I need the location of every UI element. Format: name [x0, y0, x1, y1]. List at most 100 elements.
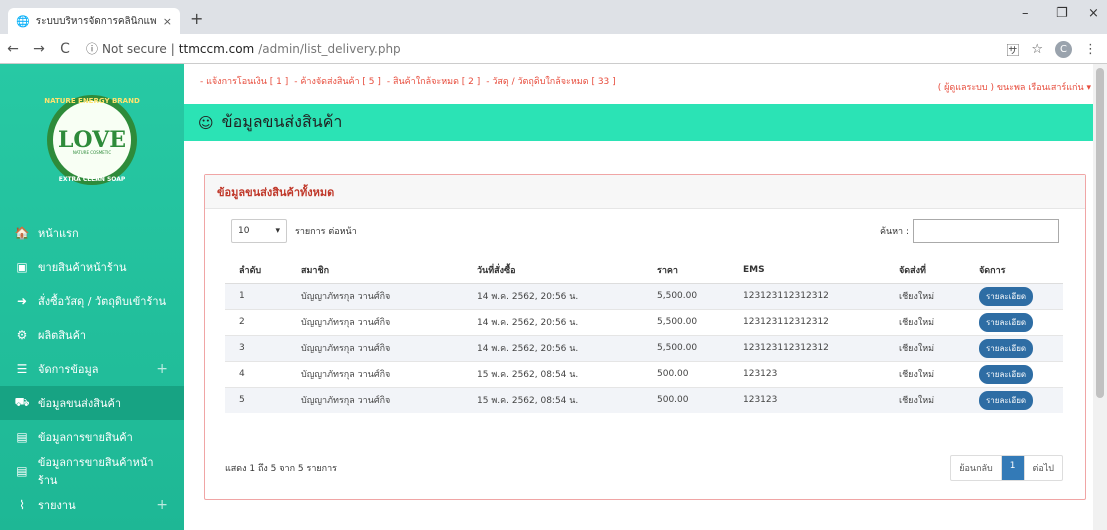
table-info: แสดง 1 ถึง 5 จาก 5 รายการ	[225, 464, 337, 474]
url-field[interactable]: ⓘ Not secure | ttmccm.com/admin/list_del…	[86, 40, 401, 57]
sidebar-item-delivery[interactable]: ⛟ ข้อมูลขนส่งสินค้า	[0, 386, 184, 420]
cell-ems: 123123112312312	[729, 282, 885, 309]
forward-icon[interactable]: →	[26, 41, 52, 57]
col-header[interactable]: ราคา	[643, 258, 729, 284]
sidebar: NATURE ENERGY BRAND LOVE NATURE COSMETIC…	[0, 64, 184, 530]
address-bar: ← → C ⓘ Not secure | ttmccm.com/admin/li…	[0, 34, 1107, 64]
minimize-icon[interactable]: –	[1022, 6, 1029, 21]
cell-price: 500.00	[643, 386, 729, 413]
document-icon: ▤	[16, 430, 28, 444]
table-row: 3 บัญญาภัทรกุล วานศ์กิจ 14 พ.ค. 2562, 20…	[225, 334, 1063, 361]
panel-title: ข้อมูลขนส่งสินค้าทั้งหมด	[205, 175, 1085, 209]
col-header[interactable]: จัดการ	[965, 258, 1063, 284]
page-1-button[interactable]: 1	[1001, 456, 1025, 480]
cell-date: 14 พ.ค. 2562, 20:56 น.	[463, 308, 643, 335]
info-icon[interactable]: ⓘ	[86, 40, 98, 57]
cell-date: 15 พ.ค. 2562, 08:54 น.	[463, 386, 643, 413]
tab-close-icon[interactable]: ×	[163, 15, 172, 28]
sidebar-item-purchase[interactable]: ➜ สั่งซื้อวัสดุ / วัตถุดิบเข้าร้าน	[0, 284, 184, 318]
cell-destination: เชียงใหม่	[885, 334, 965, 361]
search-input[interactable]	[913, 219, 1059, 243]
expand-plus-icon[interactable]: +	[156, 361, 168, 377]
sidebar-item-store-sales[interactable]: ▤ ข้อมูลการขายสินค้าหน้าร้าน	[0, 454, 184, 488]
alert-low-stock-link[interactable]: - สินค้าใกล้จะหมด [ 2 ]	[387, 74, 480, 88]
delivery-table: ลำดับ สมาชิก วันที่สั่งซื้อ ราคา EMS จัด…	[225, 258, 1063, 413]
page-scrollbar[interactable]	[1093, 64, 1107, 530]
reload-icon[interactable]: C	[52, 41, 78, 57]
pagination: ย้อนกลับ 1 ต่อไป	[950, 455, 1063, 481]
security-label: Not secure	[102, 41, 167, 56]
detail-button[interactable]: รายละเอียด	[979, 286, 1034, 306]
cell-destination: เชียงใหม่	[885, 360, 965, 387]
detail-button[interactable]: รายละเอียด	[979, 312, 1034, 332]
detail-button[interactable]: รายละเอียด	[979, 364, 1034, 384]
col-header[interactable]: EMS	[729, 258, 885, 284]
detail-button[interactable]: รายละเอียด	[979, 390, 1034, 410]
delivery-panel: ข้อมูลขนส่งสินค้าทั้งหมด 10 ▾ รายการ ต่อ…	[204, 174, 1086, 500]
cell-price: 5,500.00	[643, 334, 729, 361]
caret-down-icon: ▾	[275, 226, 280, 236]
col-header[interactable]: ลำดับ	[225, 258, 287, 284]
sidebar-item-manage-data[interactable]: ☰ จัดการข้อมูล +	[0, 352, 184, 386]
page-length-label: รายการ ต่อหน้า	[295, 227, 357, 237]
page-length-select[interactable]: 10 ▾	[231, 219, 287, 243]
main-content: - แจ้งการโอนเงิน [ 1 ] - ค้างจัดส่งสินค้…	[184, 64, 1107, 530]
scrollbar-thumb[interactable]	[1096, 68, 1104, 398]
page-title: ข้อมูลขนส่งสินค้า	[221, 112, 343, 131]
alert-low-material-link[interactable]: - วัสดุ / วัตถุดิบใกล้จะหมด [ 33 ]	[486, 74, 615, 88]
sidebar-item-label: หน้าแรก	[38, 227, 79, 240]
table-footer: แสดง 1 ถึง 5 จาก 5 รายการ ย้อนกลับ 1 ต่อ…	[225, 455, 1063, 481]
window-close-icon[interactable]: ×	[1088, 6, 1099, 21]
col-header[interactable]: สมาชิก	[287, 258, 463, 284]
maximize-icon[interactable]: ❐	[1056, 6, 1068, 21]
table-row: 2 บัญญาภัทรกุล วานศ์กิจ 14 พ.ค. 2562, 20…	[225, 308, 1063, 335]
cell-member: บัญญาภัทรกุล วานศ์กิจ	[287, 282, 463, 309]
home-icon: 🏠	[14, 226, 30, 240]
table-header-row: ลำดับ สมาชิก วันที่สั่งซื้อ ราคา EMS จัด…	[225, 258, 1063, 284]
cell-date: 15 พ.ค. 2562, 08:54 น.	[463, 360, 643, 387]
sidebar-item-label: รายงาน	[38, 499, 76, 512]
bookmark-star-icon[interactable]: ☆	[1031, 42, 1043, 57]
sidebar-item-home[interactable]: 🏠 หน้าแรก	[0, 216, 184, 250]
cell-member: บัญญาภัทรกุล วานศ์กิจ	[287, 386, 463, 413]
translate-icon[interactable]: 🈂	[1006, 40, 1019, 59]
sidebar-item-label: ผลิตสินค้า	[38, 329, 87, 342]
user-menu[interactable]: ( ผู้ดูแลระบบ ) ขนะพล เรือนเสาร์แก่น ▾	[938, 80, 1091, 94]
cell-price: 5,500.00	[643, 308, 729, 335]
truck-icon: ⛟	[14, 395, 30, 409]
new-tab-button[interactable]: +	[190, 9, 203, 28]
list-icon: ☰	[16, 362, 28, 376]
alert-pending-delivery-link[interactable]: - ค้างจัดส่งสินค้า [ 5 ]	[294, 74, 381, 88]
cell-ems: 123123112312312	[729, 308, 885, 335]
page-length-value: 10	[238, 226, 250, 236]
cell-index: 3	[225, 334, 287, 361]
expand-plus-icon[interactable]: +	[156, 497, 168, 513]
cell-index: 1	[225, 282, 287, 309]
col-header[interactable]: วันที่สั่งซื้อ	[463, 258, 643, 284]
alert-transfer-link[interactable]: - แจ้งการโอนเงิน [ 1 ]	[200, 74, 288, 88]
sidebar-item-label: ข้อมูลขนส่งสินค้า	[38, 397, 122, 410]
cell-destination: เชียงใหม่	[885, 308, 965, 335]
sidebar-item-sales[interactable]: ▤ ข้อมูลการขายสินค้า	[0, 420, 184, 454]
col-header[interactable]: จัดส่งที่	[885, 258, 965, 284]
cell-date: 14 พ.ค. 2562, 20:56 น.	[463, 334, 643, 361]
next-page-button[interactable]: ต่อไป	[1025, 456, 1063, 480]
tab-title: ระบบบริหารจัดการคลินิกแพทย์แผนไทย	[35, 15, 157, 27]
menu-kebab-icon[interactable]: ⋮	[1084, 42, 1097, 57]
sign-in-icon: ➜	[16, 294, 28, 308]
chart-icon: ⌇	[19, 498, 25, 512]
gear-icon: ⚙	[16, 328, 28, 342]
sidebar-item-production[interactable]: ⚙ ผลิตสินค้า	[0, 318, 184, 352]
back-icon[interactable]: ←	[0, 41, 26, 57]
page-header: ☺ ข้อมูลขนส่งสินค้า	[184, 104, 1107, 141]
prev-page-button[interactable]: ย้อนกลับ	[951, 456, 1002, 480]
cell-ems: 123123	[729, 386, 885, 413]
cell-ems: 123123112312312	[729, 334, 885, 361]
detail-button[interactable]: รายละเอียด	[979, 338, 1034, 358]
browser-tab[interactable]: 🌐 ระบบบริหารจัดการคลินิกแพทย์แผนไทย ×	[8, 8, 180, 34]
sidebar-item-reports[interactable]: ⌇ รายงาน +	[0, 488, 184, 522]
profile-avatar[interactable]: C	[1055, 41, 1072, 58]
brand-logo[interactable]: NATURE ENERGY BRAND LOVE NATURE COSMETIC…	[44, 95, 140, 185]
url-path: /admin/list_delivery.php	[258, 41, 401, 56]
sidebar-item-pos[interactable]: ▣ ขายสินค้าหน้าร้าน	[0, 250, 184, 284]
